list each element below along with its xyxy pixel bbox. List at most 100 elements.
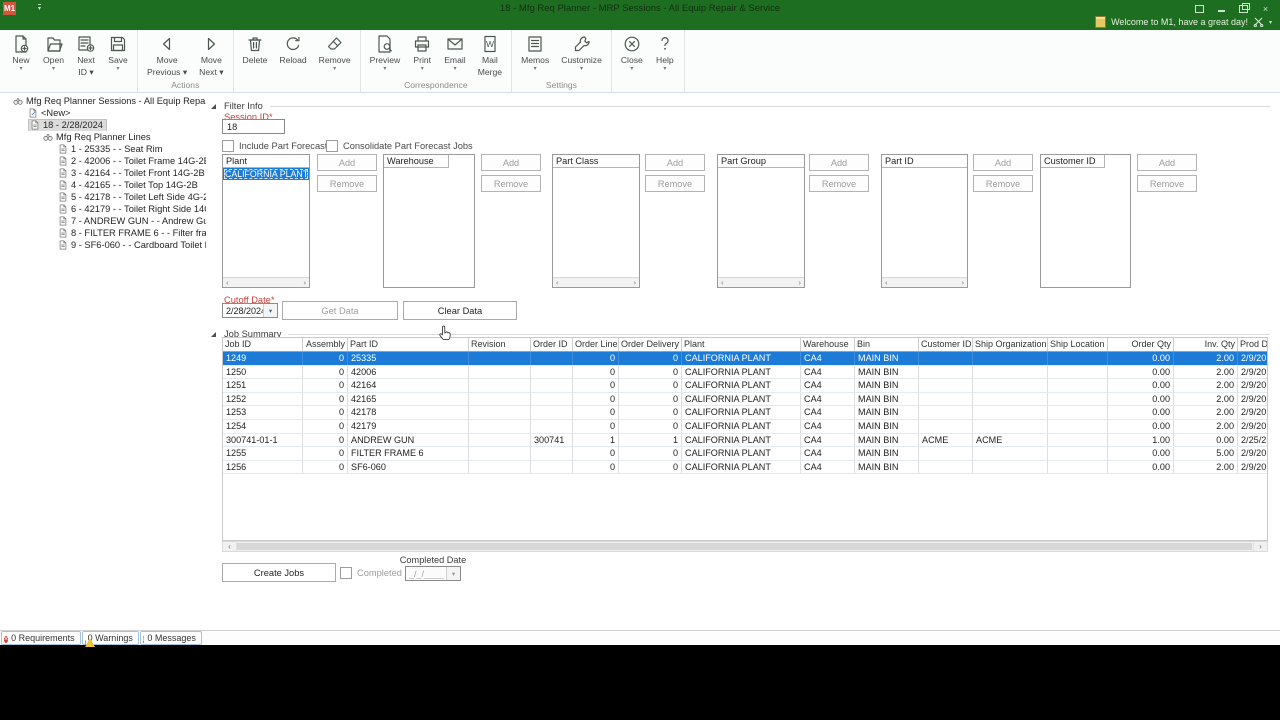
mail-merge-button[interactable]: WMailMerge: [472, 30, 508, 77]
chevron-down-icon[interactable]: ▾: [263, 304, 277, 317]
dropdown-caret-icon[interactable]: ▾: [534, 66, 537, 73]
scroll-right-arrow[interactable]: ›: [1253, 542, 1267, 551]
grid-column-header[interactable]: Order ID: [531, 338, 573, 351]
part-class-listbox[interactable]: Part Class ‹›: [552, 154, 640, 288]
clear-data-button[interactable]: Clear Data: [403, 301, 517, 320]
grid-column-header[interactable]: Revision: [469, 338, 531, 351]
customize-button[interactable]: Customize▾: [555, 30, 608, 73]
part-class-listbox-header[interactable]: Part Class: [553, 155, 639, 168]
scroll-right-arrow[interactable]: ›: [304, 278, 307, 287]
table-row[interactable]: 125004200600CALIFORNIA PLANTCA4MAIN BIN0…: [223, 366, 1267, 380]
listbox-horizontal-scrollbar[interactable]: ‹›: [553, 277, 639, 287]
scroll-right-arrow[interactable]: ›: [634, 278, 637, 287]
dropdown-caret-icon[interactable]: ▾: [663, 66, 666, 73]
get-data-button[interactable]: Get Data: [282, 301, 398, 320]
create-jobs-button[interactable]: Create Jobs: [222, 563, 336, 582]
tree-item[interactable]: 3 - 42164 - - Toilet Front 14G-2B: [0, 167, 206, 179]
grid-column-header[interactable]: Job ID: [223, 338, 303, 351]
table-row[interactable]: 300741-01-10ANDREW GUN30074111CALIFORNIA…: [223, 434, 1267, 448]
dropdown-caret-icon[interactable]: ▾: [383, 66, 386, 73]
grid-column-header[interactable]: Ship Location: [1048, 338, 1108, 351]
customer-id-add-button[interactable]: Add: [1137, 154, 1197, 171]
part-group-listbox-header[interactable]: Part Group: [718, 155, 804, 168]
status-badge[interactable]: !0 Warnings: [82, 631, 139, 645]
dropdown-caret-icon[interactable]: ▾: [421, 66, 424, 73]
dropdown-caret-icon[interactable]: ▾: [333, 66, 336, 73]
email-button[interactable]: Email▾: [438, 30, 472, 73]
dropdown-caret-icon[interactable]: ▾: [19, 66, 22, 73]
listbox-horizontal-scrollbar[interactable]: ‹›: [718, 277, 804, 287]
part-class-remove-button[interactable]: Remove: [645, 175, 705, 192]
table-row[interactable]: 125304217800CALIFORNIA PLANTCA4MAIN BIN0…: [223, 406, 1267, 420]
open-button[interactable]: Open▾: [37, 30, 70, 73]
grid-column-header[interactable]: Warehouse: [801, 338, 855, 351]
tree-item[interactable]: 2 - 42006 - - Toilet Frame 14G-2B: [0, 155, 206, 167]
part-id-listbox-header[interactable]: Part ID: [882, 155, 967, 168]
tree-item[interactable]: 1 - 25335 - - Seat Rim: [0, 143, 206, 155]
grid-column-header[interactable]: Inv. Qty: [1174, 338, 1238, 351]
table-row[interactable]: 12550FILTER FRAME 600CALIFORNIA PLANTCA4…: [223, 447, 1267, 461]
chevron-down-icon[interactable]: ▾: [446, 567, 460, 580]
tree-item[interactable]: 4 - 42165 - - Toilet Top 14G-2B: [0, 179, 206, 191]
customer-id-listbox[interactable]: Customer ID: [1040, 154, 1131, 288]
listbox-horizontal-scrollbar[interactable]: ‹›: [882, 277, 967, 287]
scroll-left-arrow[interactable]: ‹: [223, 542, 237, 551]
completed-checkbox[interactable]: [340, 567, 352, 579]
part-class-add-button[interactable]: Add: [645, 154, 705, 171]
listbox-item[interactable]: CALIFORNIA PLANT: [223, 168, 309, 180]
reload-button[interactable]: Reload: [273, 30, 312, 66]
completed-date-picker[interactable]: _/_/____ ▾: [405, 566, 461, 581]
part-id-remove-button[interactable]: Remove: [973, 175, 1033, 192]
tree-item[interactable]: Mfg Req Planner Sessions - All Equip Rep…: [0, 95, 206, 107]
grid-column-header[interactable]: Order Qty: [1108, 338, 1174, 351]
new-button[interactable]: New▾: [5, 30, 37, 73]
plant-listbox[interactable]: PlantCALIFORNIA PLANT‹›: [222, 154, 310, 288]
customer-id-remove-button[interactable]: Remove: [1137, 175, 1197, 192]
welcome-dropdown-arrow[interactable]: ▾: [1269, 19, 1272, 26]
grid-column-header[interactable]: Ship Organization: [973, 338, 1048, 351]
warehouse-listbox-header[interactable]: Warehouse: [384, 155, 449, 168]
scroll-right-arrow[interactable]: ›: [799, 278, 802, 287]
next-id-button[interactable]: NextID ▾: [70, 30, 102, 77]
grid-column-header[interactable]: Bin: [855, 338, 919, 351]
table-row[interactable]: 125104216400CALIFORNIA PLANTCA4MAIN BIN0…: [223, 379, 1267, 393]
grid-column-header[interactable]: Prod D: [1238, 338, 1268, 351]
session-id-input[interactable]: 18: [222, 119, 285, 134]
scrollbar-thumb[interactable]: [237, 543, 1252, 550]
warehouse-remove-button[interactable]: Remove: [481, 175, 541, 192]
quick-access-toolbar-dropdown[interactable]: ▾: [38, 4, 41, 13]
table-row[interactable]: 124902533500CALIFORNIA PLANTCA4MAIN BIN0…: [223, 352, 1267, 366]
table-row[interactable]: 125404217900CALIFORNIA PLANTCA4MAIN BIN0…: [223, 420, 1267, 434]
close-window-button[interactable]: ×: [1261, 4, 1270, 13]
dropdown-caret-icon[interactable]: ▾: [580, 66, 583, 73]
help-button[interactable]: Help▾: [649, 30, 681, 73]
scissors-icon[interactable]: [1253, 17, 1264, 27]
listbox-horizontal-scrollbar[interactable]: ‹›: [223, 277, 309, 287]
grid-column-header[interactable]: Order Line: [573, 338, 619, 351]
table-row[interactable]: 125204216500CALIFORNIA PLANTCA4MAIN BIN0…: [223, 393, 1267, 407]
tree-item[interactable]: 7 - ANDREW GUN - - Andrew Gun: [0, 215, 206, 227]
minimize-button[interactable]: [1217, 4, 1226, 13]
move-previous-button[interactable]: MovePrevious ▾: [141, 30, 193, 77]
part-group-add-button[interactable]: Add: [809, 154, 869, 171]
delete-button[interactable]: Delete: [237, 30, 274, 66]
plant-remove-button[interactable]: Remove: [317, 175, 377, 192]
part-group-remove-button[interactable]: Remove: [809, 175, 869, 192]
memos-button[interactable]: Memos▾: [515, 30, 555, 73]
status-badge[interactable]: ×0 Requirements: [1, 631, 81, 645]
move-next-button[interactable]: MoveNext ▾: [193, 30, 229, 77]
tree-item[interactable]: Mfg Req Planner Lines: [0, 131, 206, 143]
scroll-right-arrow[interactable]: ›: [962, 278, 965, 287]
grid-horizontal-scrollbar[interactable]: ‹ ›: [222, 541, 1268, 552]
customer-id-listbox-header[interactable]: Customer ID: [1041, 155, 1105, 168]
grid-column-header[interactable]: Plant: [682, 338, 801, 351]
collapse-triangle-icon[interactable]: [211, 332, 216, 337]
dropdown-caret-icon[interactable]: ▾: [52, 66, 55, 73]
tree-item[interactable]: <New>: [0, 107, 206, 119]
preview-button[interactable]: Preview▾: [364, 30, 407, 73]
restore-button[interactable]: [1239, 4, 1248, 13]
part-id-add-button[interactable]: Add: [973, 154, 1033, 171]
print-button[interactable]: Print▾: [406, 30, 438, 73]
close-button[interactable]: Close▾: [615, 30, 649, 73]
plant-add-button[interactable]: Add: [317, 154, 377, 171]
